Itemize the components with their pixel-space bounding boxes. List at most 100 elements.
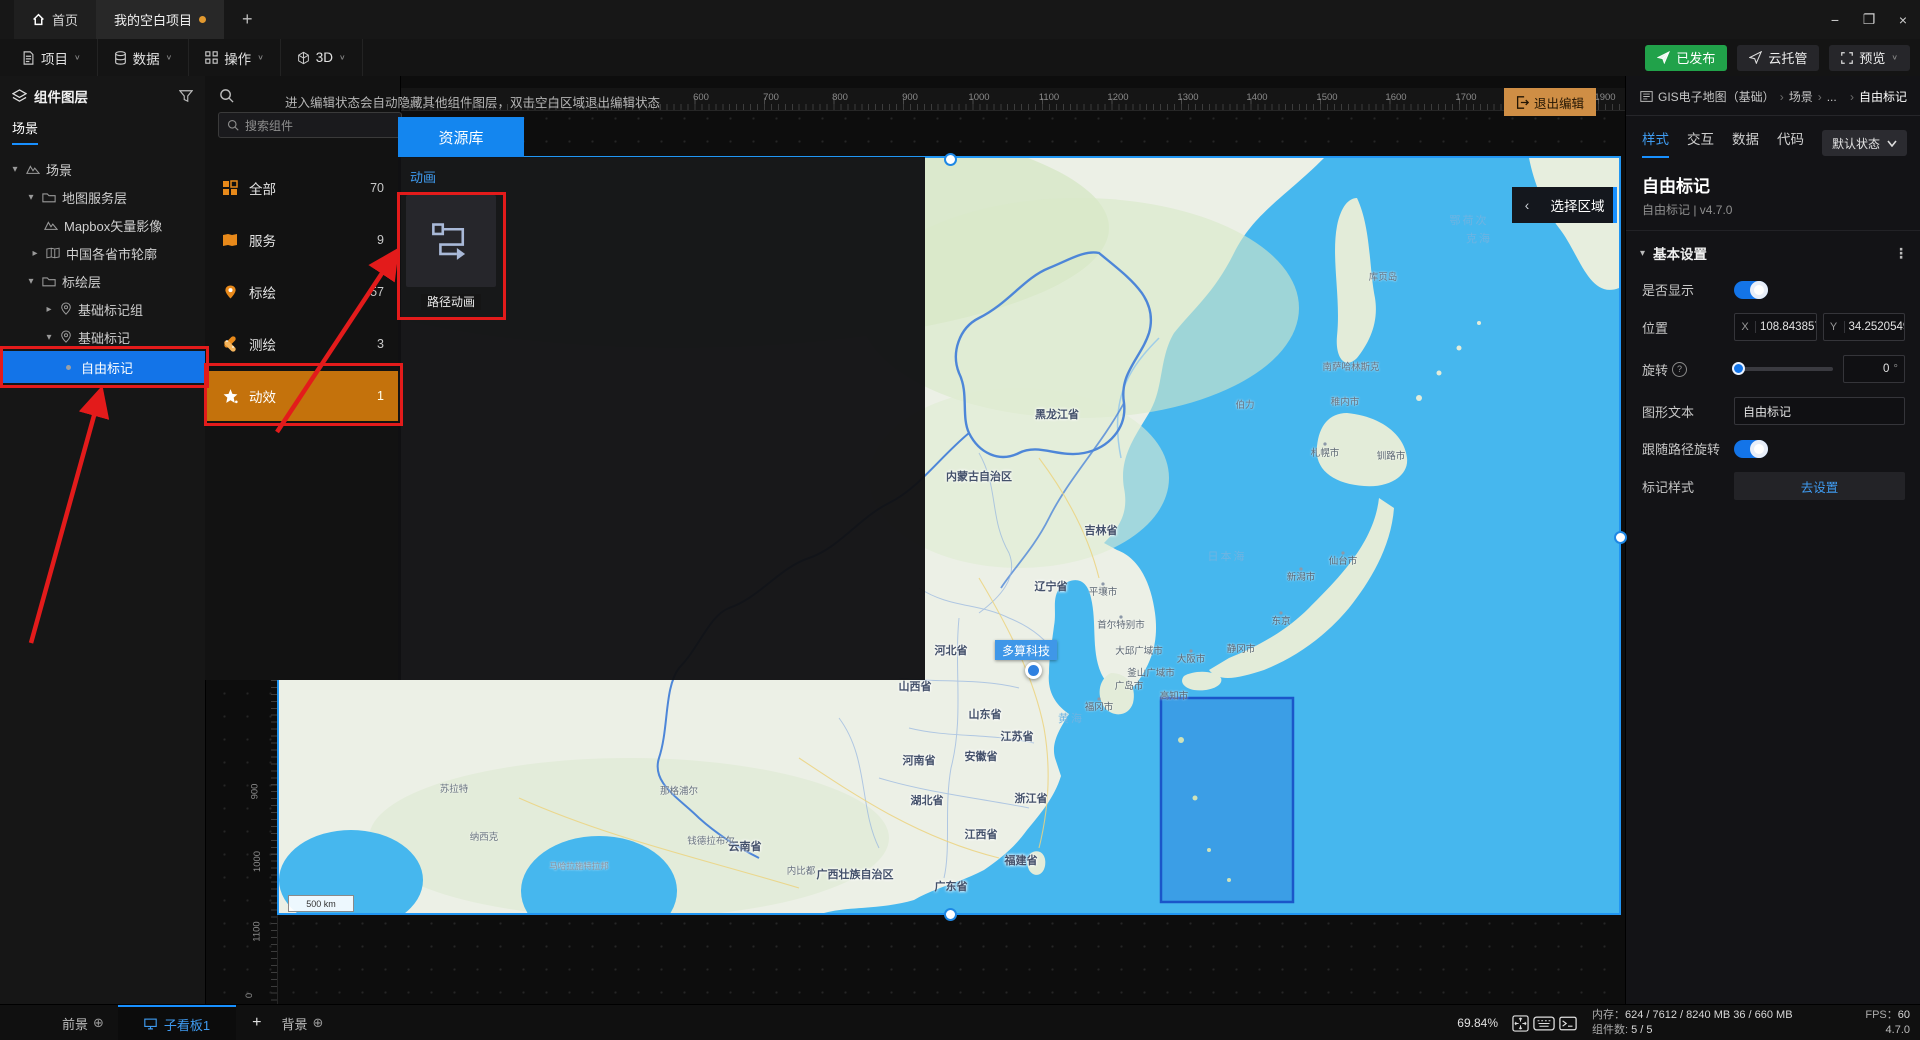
breadcrumb-current: 自由标记: [1858, 90, 1907, 104]
folder-icon: [42, 277, 56, 287]
rotate-slider[interactable]: [1732, 362, 1834, 375]
minimize-button[interactable]: −: [1818, 0, 1852, 39]
tab-code[interactable]: 代码: [1777, 128, 1804, 158]
map-marker[interactable]: [1025, 662, 1042, 679]
filter-icon[interactable]: [179, 89, 193, 103]
service-icon: [223, 234, 237, 246]
tree-item-map-service-layer[interactable]: ▾ 地图服务层: [0, 183, 205, 211]
h-ruler-number: 1300: [1177, 92, 1199, 103]
path-animation-icon: [432, 223, 466, 260]
tree-item-free-marker-selected[interactable]: 自由标记: [0, 351, 205, 383]
path-animation-card[interactable]: [406, 195, 496, 287]
tree-item-basic-marker-group[interactable]: ▸ 基础标记组: [0, 295, 205, 323]
grid-icon: [205, 51, 218, 64]
console-icon[interactable]: [1556, 1014, 1580, 1032]
inspector-tabs: 样式 交互 数据 代码 默认状态: [1626, 116, 1920, 158]
add-foreground-icon[interactable]: ⊕: [93, 1015, 104, 1031]
field-rotate: 旋转? 0 °: [1626, 348, 1920, 390]
maximize-button[interactable]: ❐: [1852, 0, 1886, 39]
tree-item-basic-marker[interactable]: ▾ 基础标记: [0, 323, 205, 351]
search-icon[interactable]: [219, 88, 234, 103]
components-panel: 搜索组件 全部 70 服务 9 标绘 57 测绘 3 动效 1: [205, 76, 402, 680]
exit-edit-label: 退出编辑: [1533, 96, 1584, 111]
doc-icon: [1640, 91, 1653, 102]
add-background-icon[interactable]: ⊕: [313, 1015, 324, 1031]
category-survey[interactable]: 测绘 3: [205, 321, 400, 367]
canvas-hint: 进入编辑状态会自动隐藏其他组件图层，双击空白区域退出编辑状态: [285, 96, 661, 110]
layers-sidebar: 组件图层 场景 ▾ 场景 ▾ 地图服务层 Mapbox矢量影像 ▸ 中国各省市轮…: [0, 76, 206, 1004]
state-selector[interactable]: 默认状态: [1822, 130, 1908, 156]
cloud-button[interactable]: 云托管: [1737, 44, 1820, 71]
map-tag-chip[interactable]: 多算科技: [995, 640, 1058, 660]
selection-handle-top[interactable]: [944, 153, 957, 166]
titlebar: 首页 我的空白项目 + − ❐ ×: [0, 0, 1920, 39]
category-service[interactable]: 服务 9: [205, 217, 400, 263]
tab-project[interactable]: 我的空白项目: [96, 0, 225, 39]
memory-value: 624 / 7612 / 8240 MB 36 / 660 MB: [1625, 1009, 1793, 1021]
tree-item-scene[interactable]: ▾ 场景: [0, 155, 205, 183]
tree-item-plot-layer[interactable]: ▾ 标绘层: [0, 267, 205, 295]
tab-interaction[interactable]: 交互: [1687, 128, 1714, 158]
tab-home[interactable]: 首页: [14, 0, 97, 39]
tab-scene[interactable]: 场景: [12, 118, 39, 145]
shortcut-keyboard-icon[interactable]: [1532, 1014, 1556, 1032]
fit-screen-icon[interactable]: [1508, 1014, 1532, 1032]
search-input[interactable]: 搜索组件: [218, 112, 402, 138]
new-tab-button[interactable]: +: [242, 9, 253, 30]
goto-settings-button[interactable]: 去设置: [1734, 472, 1905, 500]
menu-3d[interactable]: 3D ∨: [281, 39, 363, 76]
component-subtitle: 自由标记 | v4.7.0: [1626, 197, 1920, 231]
rotate-input[interactable]: 0 °: [1843, 355, 1905, 383]
select-region-button[interactable]: ‹ 选择区域: [1512, 187, 1617, 223]
background-button[interactable]: 背景 ⊕: [282, 1014, 324, 1033]
graphic-text-input[interactable]: 自由标记: [1734, 397, 1905, 425]
position-x-input[interactable]: X 108.84385782: [1734, 313, 1817, 341]
tab-home-label: 首页: [52, 13, 79, 28]
search-icon: [227, 119, 239, 131]
v-ruler-number: 900: [249, 783, 261, 800]
menu-data[interactable]: 数据 ∨: [98, 39, 190, 76]
menu-project[interactable]: 项目 ∨: [6, 39, 98, 76]
pin-icon: [61, 330, 71, 343]
more-icon[interactable]: ⋮: [1894, 245, 1909, 262]
tree-item-mapbox[interactable]: Mapbox矢量影像: [0, 211, 205, 239]
add-board-button[interactable]: +: [252, 1014, 261, 1032]
breadcrumb-scene[interactable]: 场景: [1789, 88, 1813, 105]
tree-item-china-outline[interactable]: ▸ 中国各省市轮廓: [0, 239, 205, 267]
all-icon: [223, 180, 238, 195]
category-all[interactable]: 全部 70: [205, 165, 400, 211]
pin-icon: [61, 302, 71, 315]
send-icon: [1657, 51, 1671, 64]
selection-handle-bottom[interactable]: [944, 908, 957, 921]
component-dot: [66, 364, 71, 370]
engine-version: 4.7.0: [1885, 1024, 1910, 1036]
exit-edit-button[interactable]: 退出编辑: [1504, 88, 1596, 116]
search-placeholder: 搜索组件: [245, 118, 294, 133]
tab-style[interactable]: 样式: [1642, 128, 1669, 158]
resource-library-tab[interactable]: 资源库: [398, 117, 524, 157]
h-ruler-number: 700: [763, 92, 779, 103]
position-y-input[interactable]: Y 34.252054901: [1822, 313, 1905, 341]
selection-handle-right[interactable]: [1614, 531, 1627, 544]
v-ruler-number: 1000: [252, 850, 264, 873]
map-icon: [46, 247, 60, 259]
category-animation[interactable]: 动效 1: [205, 371, 400, 421]
tab-data[interactable]: 数据: [1732, 128, 1759, 158]
breadcrumb-ellipsis[interactable]: ...: [1827, 90, 1837, 104]
category-plot[interactable]: 标绘 57: [205, 269, 400, 315]
section-basic-settings[interactable]: ▾ 基本设置 ⋮: [1626, 231, 1920, 273]
zoom-level[interactable]: 69.84%: [1457, 1016, 1498, 1030]
app-window: 首页 我的空白项目 + − ❐ × 项目 ∨ 数据 ∨ 操作 ∨ 3D ∨ 已发…: [0, 0, 1920, 1040]
foreground-button[interactable]: 前景 ⊕: [62, 1014, 104, 1033]
preview-button[interactable]: 预览 ∨: [1829, 44, 1910, 71]
field-follow-path: 跟随路径旋转: [1626, 432, 1920, 465]
menu-actions[interactable]: 操作 ∨: [189, 39, 281, 76]
close-button[interactable]: ×: [1886, 0, 1920, 39]
breadcrumb-root[interactable]: GIS电子地图（基础）: [1658, 88, 1775, 105]
follow-path-toggle[interactable]: [1734, 439, 1768, 458]
help-icon[interactable]: ?: [1672, 361, 1688, 377]
visible-toggle[interactable]: [1734, 280, 1768, 299]
tab-project-label: 我的空白项目: [114, 13, 193, 28]
board-tab[interactable]: 子看板1: [117, 1005, 237, 1040]
published-button[interactable]: 已发布: [1645, 44, 1728, 71]
